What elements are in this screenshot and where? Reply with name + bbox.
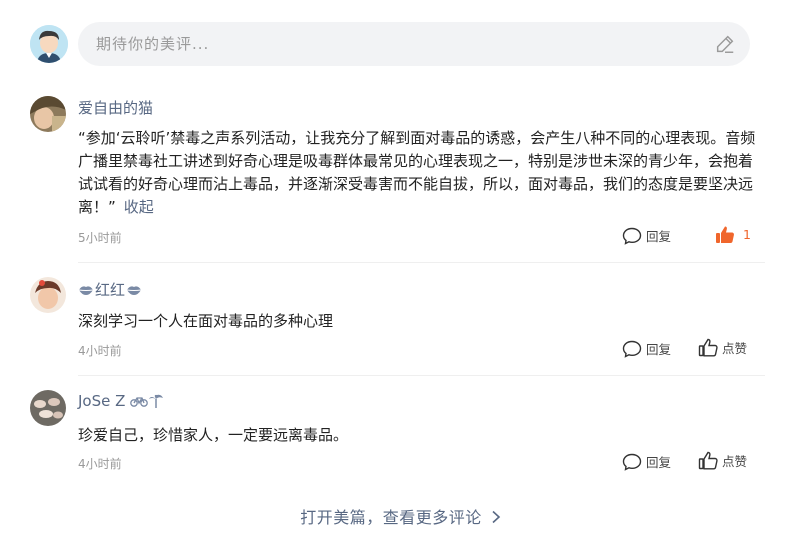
comment-composer[interactable] [78,22,750,66]
comment-text: 珍爱自己，珍惜家人，一定要远离毒品。 [78,426,349,444]
thumbs-up-icon [698,451,718,470]
palm-tree-icon [149,394,164,408]
collapse-link[interactable]: 收起 [124,198,154,216]
speech-bubble-icon [622,453,642,471]
commenter-name: JoSe Z [78,392,126,410]
comment-time: 5小时前 [78,231,122,245]
like-button[interactable]: 点赞 [698,338,747,357]
bicycle-icon [130,397,149,407]
comment-input[interactable] [94,34,698,54]
thumbs-up-icon [698,338,718,357]
like-button[interactable]: 1 [715,225,751,244]
reply-button[interactable]: 回复 [622,339,671,358]
lips-icon [126,285,142,295]
comment-time: 4小时前 [78,344,122,358]
avatar[interactable] [30,390,66,426]
commenter-name-row[interactable]: JoSe Z [78,392,164,410]
divider [78,262,765,263]
commenter-name: 红红 [95,281,126,299]
avatar[interactable] [30,96,66,132]
comment-time: 4小时前 [78,457,122,471]
like-label: 点赞 [722,341,748,356]
commenter-name[interactable]: 爱自由的猫 [78,97,153,118]
pen-icon[interactable] [714,33,736,55]
reply-button[interactable]: 回复 [622,226,671,245]
more-comments-label: 打开美篇，查看更多评论 [300,508,482,527]
lips-icon [78,285,94,295]
open-app-more-comments-link[interactable]: 打开美篇，查看更多评论 [0,504,801,528]
commenter-name-row[interactable]: 红红 [78,279,142,300]
reply-label: 回复 [646,342,672,357]
like-button[interactable]: 点赞 [698,451,747,470]
speech-bubble-icon [622,340,642,358]
like-label: 点赞 [722,454,748,469]
comment-text: “参加‘云聆听’禁毒之声系列活动，让我充分了解到面对毒品的诱惑，会产生八种不同的… [78,127,758,219]
chevron-right-icon [492,510,500,524]
reply-label: 回复 [646,455,672,470]
comment-text: 深刻学习一个人在面对毒品的多种心理 [78,312,334,330]
speech-bubble-icon [622,227,642,245]
avatar[interactable] [30,277,66,313]
thumbs-up-filled-icon [716,226,734,243]
like-count: 1 [743,227,751,242]
reply-button[interactable]: 回复 [622,452,671,471]
comment-text-content: “参加‘云聆听’禁毒之声系列活动，让我充分了解到面对毒品的诱惑，会产生八种不同的… [78,129,756,216]
current-user-avatar [30,25,68,63]
divider [78,375,765,376]
reply-label: 回复 [646,229,672,244]
